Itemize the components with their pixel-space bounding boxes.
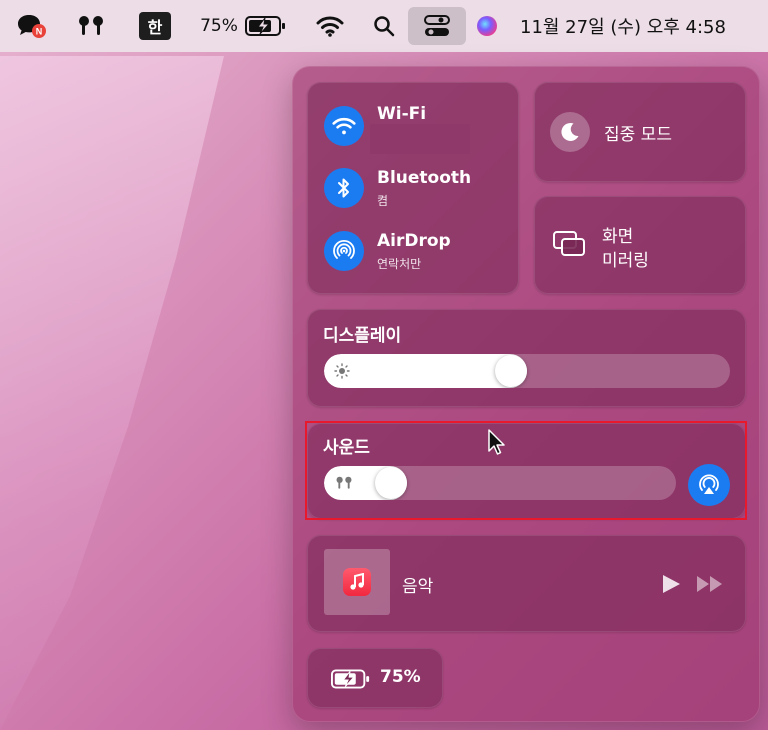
screen-mirroring-tile[interactable]: 화면 미러링 [534,196,746,294]
screen-mirroring-label-line1: 화면 [602,227,634,247]
airdrop-icon [333,239,355,259]
control-center-icon [408,7,466,45]
bluetooth-label: Bluetooth [377,168,472,188]
display-tile: 디스플레이 [307,309,746,407]
sound-tile: 사운드 [307,423,746,519]
focus-mode-button[interactable] [550,112,590,152]
battery-tile-percent: 75% [380,667,421,687]
wifi-label: Wi-Fi [377,104,427,124]
music-app-icon [343,568,371,596]
display-label: 디스플레이 [323,326,402,346]
battery-percent-text: 75% [200,16,238,36]
airplay-output-button[interactable] [688,464,730,506]
battery-charging-icon[interactable] [244,0,288,52]
moon-icon [561,122,579,141]
airdrop-status: 연락처만 [377,257,422,271]
music-label: 음악 [402,577,434,597]
bluetooth-status: 켬 [377,194,389,208]
wallpaper-shape [0,56,224,730]
focus-mode-tile[interactable]: 집중 모드 [534,82,746,182]
svg-text:N: N [36,27,43,37]
airpods-icon[interactable] [72,0,110,52]
airpods-small-icon [336,476,352,489]
battery-tile[interactable]: 75% [307,648,443,708]
spotlight-search-icon[interactable] [370,0,398,52]
input-method-indicator[interactable]: 한 [138,0,172,52]
volume-slider-knob[interactable] [375,467,407,499]
wifi-toggle-button[interactable] [324,106,364,146]
focus-mode-label: 집중 모드 [604,125,672,145]
sound-label: 사운드 [323,438,370,458]
menubar-clock[interactable]: 11월 27일 (수) 오후 4:58 [520,0,756,52]
brightness-slider[interactable] [324,354,730,388]
wifi-network-name-redacted [370,124,470,154]
battery-tile-icon [331,669,370,689]
screen-mirroring-label-line2: 미러링 [602,251,649,271]
control-center-menu-button[interactable] [408,0,466,52]
volume-slider[interactable] [324,466,676,500]
mouse-cursor-icon [488,429,505,455]
play-icon[interactable] [660,573,682,595]
messages-status-icon[interactable]: N [14,0,48,52]
menu-bar: N 한 75% 11월 27일 (수) 오후 4:58 [0,0,768,52]
brightness-slider-knob[interactable] [495,355,527,387]
siri-icon[interactable] [474,0,500,52]
bluetooth-icon [338,178,349,198]
fast-forward-icon[interactable] [696,575,724,593]
airplay-audio-icon [699,474,719,494]
airdrop-toggle-button[interactable] [324,231,364,271]
wifi-icon [332,117,356,135]
sun-icon [334,363,350,379]
wifi-status-icon[interactable] [312,0,348,52]
airdrop-label: AirDrop [377,231,451,251]
bluetooth-toggle-button[interactable] [324,168,364,208]
screen-mirroring-icon [553,231,585,256]
album-artwork [324,549,390,615]
